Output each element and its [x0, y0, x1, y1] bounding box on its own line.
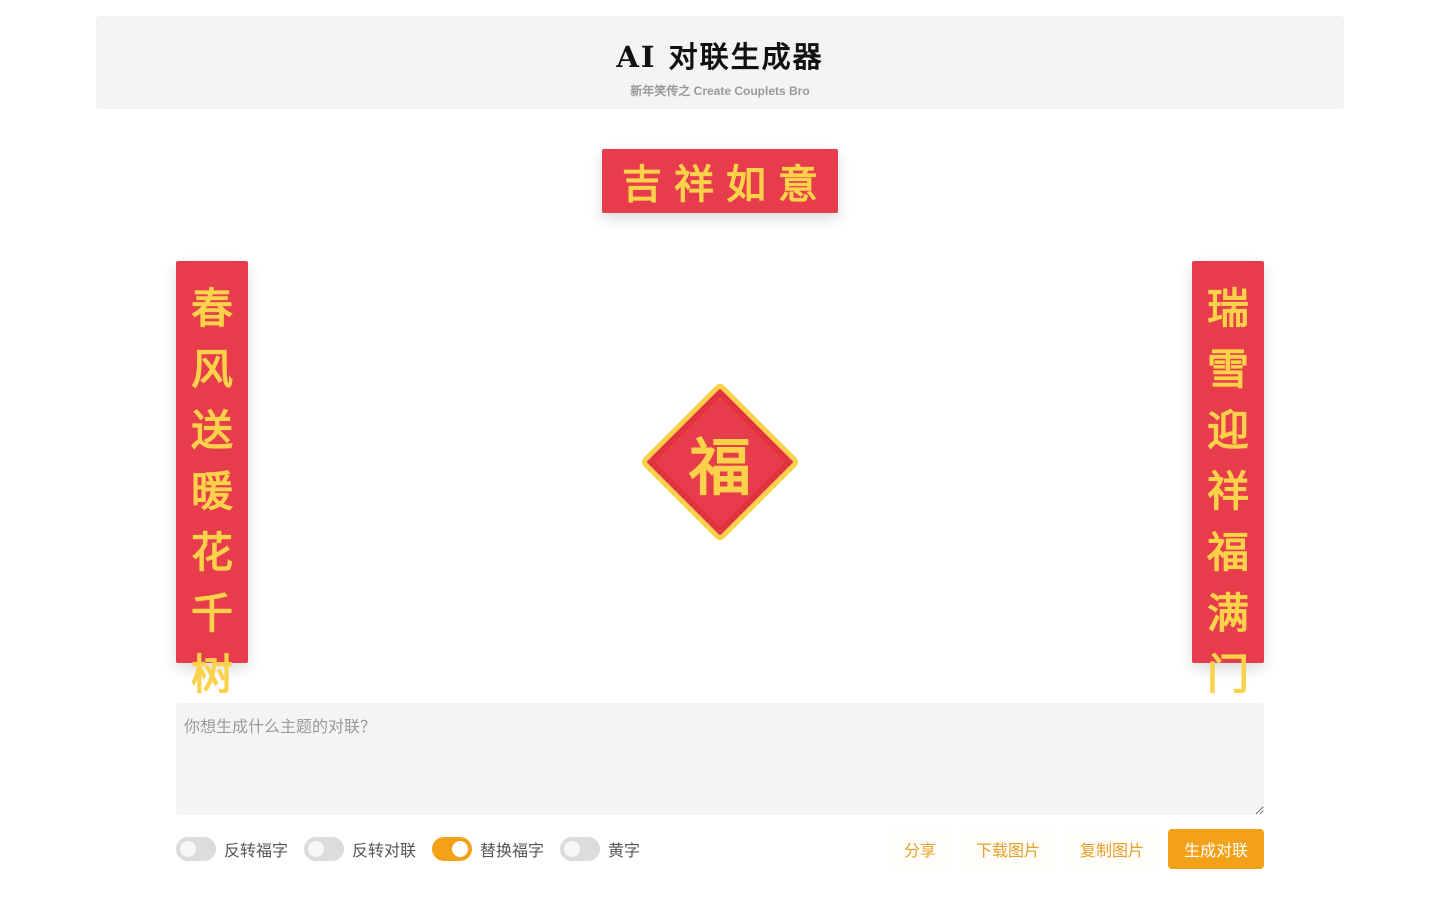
download-image-button[interactable]: 下载图片 [959, 829, 1056, 869]
left-scroll-char: 暖 [190, 467, 233, 516]
toggle-knob [452, 841, 469, 857]
toggle-knob [180, 841, 196, 857]
left-scroll-char: 风 [190, 345, 233, 394]
left-scroll-char: 花 [190, 528, 233, 577]
right-scroll: 瑞 雪 迎 祥 福 满 门 [1192, 261, 1264, 699]
right-scroll-char: 祥 [1206, 467, 1249, 516]
page-title: AI 对联生成器 [616, 40, 824, 74]
copy-image-button[interactable]: 复制图片 [1063, 829, 1160, 869]
theme-input[interactable] [176, 703, 1264, 815]
toggle-flip-fu[interactable]: 反转福字 [176, 837, 288, 861]
toggle-label: 黄字 [608, 841, 641, 860]
right-scroll-char: 满 [1206, 589, 1249, 638]
page-subtitle: 新年笑传之 Create Couplets Bro [630, 84, 810, 98]
left-scroll: 春 风 送 暖 花 千 树 [176, 261, 248, 699]
toggle-knob [308, 841, 325, 857]
toggle-replace-fu[interactable]: 替换福字 [432, 837, 544, 861]
toggle-label: 反转福字 [224, 841, 289, 860]
fu-diamond: 福 [639, 381, 801, 543]
action-buttons: 分享 下载图片 复制图片 生成对联 [880, 829, 1264, 869]
toggle-switch[interactable] [560, 837, 601, 861]
left-scroll-char: 送 [190, 406, 233, 455]
toggle-switch[interactable] [304, 837, 345, 861]
options-toggles: 反转福字 反转对联 替换福字 黄字 [176, 837, 656, 861]
right-scroll-char: 福 [1206, 528, 1249, 577]
header: AI 对联生成器 新年笑传之 Create Couplets Bro [96, 16, 1344, 109]
fu-character: 福 [688, 431, 751, 504]
toggle-switch[interactable] [176, 837, 216, 861]
right-scroll-char: 雪 [1206, 345, 1249, 394]
left-scroll-char: 千 [190, 589, 233, 638]
toggle-label: 替换福字 [480, 841, 545, 860]
toggle-flip-couplet[interactable]: 反转对联 [304, 837, 416, 861]
toggle-switch[interactable] [432, 837, 473, 861]
toggle-label: 反转对联 [352, 841, 417, 860]
horizontal-scroll: 吉祥如意 [602, 149, 838, 213]
share-button[interactable]: 分享 [887, 829, 952, 869]
toggle-knob [564, 841, 581, 857]
left-scroll-char: 春 [190, 284, 233, 333]
right-scroll-char: 门 [1206, 650, 1249, 699]
generate-couplet-button[interactable]: 生成对联 [1167, 829, 1264, 869]
right-scroll-char: 瑞 [1206, 284, 1249, 333]
left-scroll-char: 树 [190, 650, 233, 699]
toggle-yellow-text[interactable]: 黄字 [560, 837, 640, 861]
right-scroll-char: 迎 [1206, 406, 1249, 455]
